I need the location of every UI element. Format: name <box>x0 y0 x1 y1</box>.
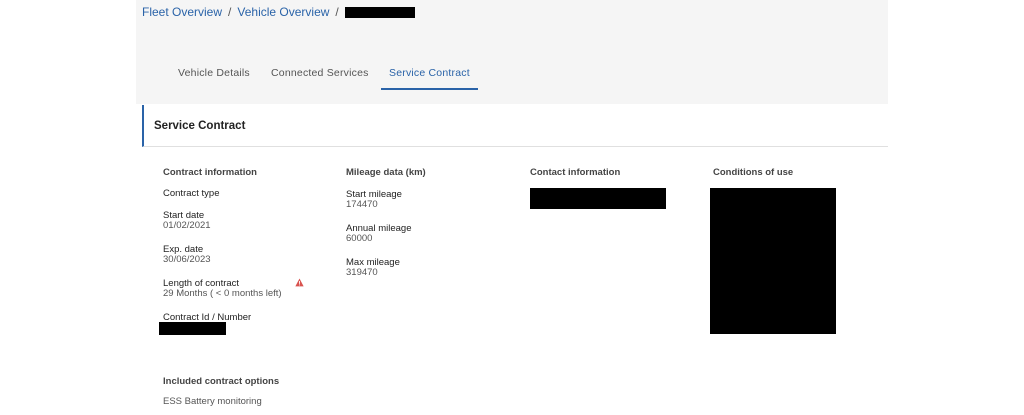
conditions-redacted <box>710 188 836 334</box>
contract-length-value: 29 Months ( < 0 months left) <box>163 288 282 299</box>
start-date-value: 01/02/2021 <box>163 220 211 231</box>
start-date-field: Start date 01/02/2021 <box>163 210 211 231</box>
breadcrumb-redacted-vehicle <box>344 6 415 18</box>
conditions-column: Conditions of use <box>713 167 793 188</box>
mileage-column: Mileage data (km) <box>346 167 426 188</box>
breadcrumb: Fleet Overview / Vehicle Overview / <box>142 5 415 19</box>
max-mileage-field: Max mileage 319470 <box>346 257 400 278</box>
start-mileage-value: 174470 <box>346 199 378 210</box>
section-header: Service Contract <box>142 105 888 147</box>
max-mileage-value: 319470 <box>346 267 378 278</box>
annual-mileage-field: Annual mileage 60000 <box>346 223 412 244</box>
contract-id-redacted <box>159 322 226 335</box>
breadcrumb-separator: / <box>228 5 232 19</box>
contact-column: Contact information <box>530 167 620 188</box>
contract-length-field: Length of contract 29 Months ( < 0 month… <box>163 278 282 299</box>
warning-triangle-icon <box>295 278 304 287</box>
tab-service-contract[interactable]: Service Contract <box>381 62 478 90</box>
included-option-item: ESS Battery monitoring <box>163 396 262 407</box>
contract-info-heading: Contract information <box>163 167 257 178</box>
contact-heading: Contact information <box>530 167 621 178</box>
contract-type-field: Contract type <box>163 188 220 199</box>
breadcrumb-separator: / <box>335 5 339 19</box>
mileage-heading: Mileage data (km) <box>346 167 426 178</box>
exp-date-value: 30/06/2023 <box>163 254 211 265</box>
annual-mileage-value: 60000 <box>346 233 373 244</box>
contract-info-column: Contract information <box>163 167 257 188</box>
breadcrumb-fleet-overview[interactable]: Fleet Overview <box>142 5 222 19</box>
exp-date-field: Exp. date 30/06/2023 <box>163 244 211 265</box>
included-options-title: Included contract options <box>163 376 280 387</box>
tab-vehicle-details[interactable]: Vehicle Details <box>170 62 258 90</box>
contract-type-label: Contract type <box>163 188 220 199</box>
contact-redacted <box>530 188 666 209</box>
section-title: Service Contract <box>154 120 246 132</box>
conditions-heading: Conditions of use <box>713 167 794 178</box>
breadcrumb-vehicle-overview[interactable]: Vehicle Overview <box>237 5 329 19</box>
start-mileage-field: Start mileage 174470 <box>346 189 402 210</box>
tab-connected-services[interactable]: Connected Services <box>263 62 377 90</box>
